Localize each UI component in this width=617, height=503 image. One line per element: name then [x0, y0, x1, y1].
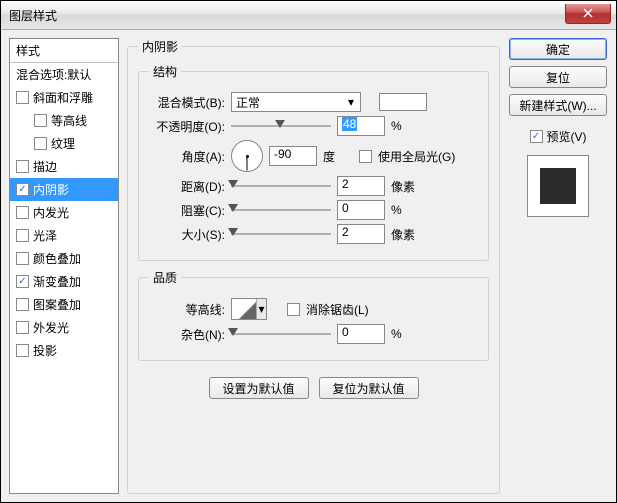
sidebar-item[interactable]: 内发光 — [10, 201, 118, 224]
style-checkbox[interactable] — [16, 91, 29, 104]
dialog-body: 样式 混合选项:默认 斜面和浮雕等高线纹理描边内阴影内发光光泽颜色叠加渐变叠加图… — [1, 30, 616, 502]
size-input[interactable]: 2 — [337, 224, 385, 244]
sidebar-item[interactable]: 内阴影 — [10, 178, 118, 201]
inner-shadow-group: 内阴影 结构 混合模式(B): 正常 ▾ 不透明度(O): — [127, 38, 500, 494]
distance-unit: 像素 — [391, 178, 421, 195]
sidebar-item[interactable]: 光泽 — [10, 224, 118, 247]
distance-input[interactable]: 2 — [337, 176, 385, 196]
angle-label: 角度(A): — [149, 148, 225, 165]
noise-slider[interactable] — [231, 325, 331, 343]
preview-checkbox[interactable] — [530, 130, 543, 143]
style-checkbox[interactable] — [16, 275, 29, 288]
blend-mode-label: 混合模式(B): — [149, 94, 225, 111]
distance-label: 距离(D): — [149, 178, 225, 195]
sidebar-item[interactable]: 渐变叠加 — [10, 270, 118, 293]
antialias-checkbox[interactable] — [287, 303, 300, 316]
sidebar-item-label: 等高线 — [51, 112, 87, 129]
set-default-button[interactable]: 设置为默认值 — [209, 377, 309, 399]
opacity-unit: % — [391, 119, 421, 133]
noise-input[interactable]: 0 — [337, 324, 385, 344]
noise-label: 杂色(N): — [149, 326, 225, 343]
size-unit: 像素 — [391, 226, 421, 243]
sidebar-item[interactable]: 投影 — [10, 339, 118, 362]
styles-sidebar: 样式 混合选项:默认 斜面和浮雕等高线纹理描边内阴影内发光光泽颜色叠加渐变叠加图… — [9, 38, 119, 494]
antialias-label: 消除锯齿(L) — [306, 301, 369, 318]
style-checkbox[interactable] — [34, 114, 47, 127]
style-checkbox[interactable] — [16, 298, 29, 311]
cancel-button[interactable]: 复位 — [509, 66, 607, 88]
preview-box — [527, 155, 589, 217]
choke-label: 阻塞(C): — [149, 202, 225, 219]
sidebar-item-label: 图案叠加 — [33, 296, 81, 313]
structure-legend: 结构 — [149, 63, 181, 80]
ok-button[interactable]: 确定 — [509, 38, 607, 60]
sidebar-item[interactable]: 颜色叠加 — [10, 247, 118, 270]
opacity-slider[interactable] — [231, 117, 331, 135]
sidebar-item-label: 光泽 — [33, 227, 57, 244]
sidebar-blend-options[interactable]: 混合选项:默认 — [10, 63, 118, 86]
main-panel: 内阴影 结构 混合模式(B): 正常 ▾ 不透明度(O): — [127, 38, 500, 494]
quality-legend: 品质 — [149, 269, 181, 286]
sidebar-item[interactable]: 外发光 — [10, 316, 118, 339]
right-column: 确定 复位 新建样式(W)... 预览(V) — [508, 38, 608, 494]
new-style-button[interactable]: 新建样式(W)... — [509, 94, 607, 116]
angle-unit: 度 — [323, 148, 353, 165]
contour-picker[interactable]: ▾ — [231, 298, 267, 320]
sidebar-item[interactable]: 斜面和浮雕 — [10, 86, 118, 109]
angle-wheel[interactable] — [231, 140, 263, 172]
blend-mode-combo[interactable]: 正常 ▾ — [231, 92, 361, 112]
style-checkbox[interactable] — [16, 344, 29, 357]
sidebar-item-label: 渐变叠加 — [33, 273, 81, 290]
noise-unit: % — [391, 327, 421, 341]
choke-input[interactable]: 0 — [337, 200, 385, 220]
preview-swatch — [540, 168, 576, 204]
style-checkbox[interactable] — [16, 229, 29, 242]
style-checkbox[interactable] — [16, 160, 29, 173]
sidebar-item-label: 斜面和浮雕 — [33, 89, 93, 106]
structure-group: 结构 混合模式(B): 正常 ▾ 不透明度(O): 48 — [138, 63, 489, 261]
style-checkbox[interactable] — [34, 137, 47, 150]
sidebar-item-label: 内发光 — [33, 204, 69, 221]
chevron-down-icon: ▾ — [344, 95, 358, 109]
sidebar-item[interactable]: 纹理 — [10, 132, 118, 155]
choke-slider[interactable] — [231, 201, 331, 219]
quality-group: 品质 等高线: ▾ 消除锯齿(L) 杂色(N): 0 — [138, 269, 489, 361]
close-icon — [583, 8, 593, 18]
sidebar-item-label: 内阴影 — [33, 181, 69, 198]
size-label: 大小(S): — [149, 226, 225, 243]
angle-input[interactable]: -90 — [269, 146, 317, 166]
contour-label: 等高线: — [149, 301, 225, 318]
sidebar-item-label: 投影 — [33, 342, 57, 359]
global-light-checkbox[interactable] — [359, 150, 372, 163]
close-button[interactable] — [565, 4, 611, 24]
sidebar-item-label: 纹理 — [51, 135, 75, 152]
global-light-label: 使用全局光(G) — [378, 148, 455, 165]
style-checkbox[interactable] — [16, 321, 29, 334]
distance-slider[interactable] — [231, 177, 331, 195]
opacity-label: 不透明度(O): — [149, 118, 225, 135]
choke-unit: % — [391, 203, 421, 217]
sidebar-item[interactable]: 描边 — [10, 155, 118, 178]
color-swatch[interactable] — [379, 93, 427, 111]
preview-label: 预览(V) — [547, 128, 587, 145]
sidebar-item[interactable]: 等高线 — [10, 109, 118, 132]
opacity-input[interactable]: 48 — [337, 116, 385, 136]
title-text: 图层样式 — [9, 7, 565, 24]
size-slider[interactable] — [231, 225, 331, 243]
sidebar-item[interactable]: 图案叠加 — [10, 293, 118, 316]
sidebar-header: 样式 — [10, 39, 118, 63]
layer-style-dialog: 图层样式 样式 混合选项:默认 斜面和浮雕等高线纹理描边内阴影内发光光泽颜色叠加… — [0, 0, 617, 503]
style-checkbox[interactable] — [16, 183, 29, 196]
reset-default-button[interactable]: 复位为默认值 — [319, 377, 419, 399]
sidebar-item-label: 外发光 — [33, 319, 69, 336]
style-checkbox[interactable] — [16, 206, 29, 219]
sidebar-item-label: 颜色叠加 — [33, 250, 81, 267]
titlebar[interactable]: 图层样式 — [1, 1, 616, 30]
sidebar-item-label: 描边 — [33, 158, 57, 175]
style-checkbox[interactable] — [16, 252, 29, 265]
chevron-down-icon: ▾ — [256, 299, 266, 319]
panel-title: 内阴影 — [138, 38, 182, 55]
